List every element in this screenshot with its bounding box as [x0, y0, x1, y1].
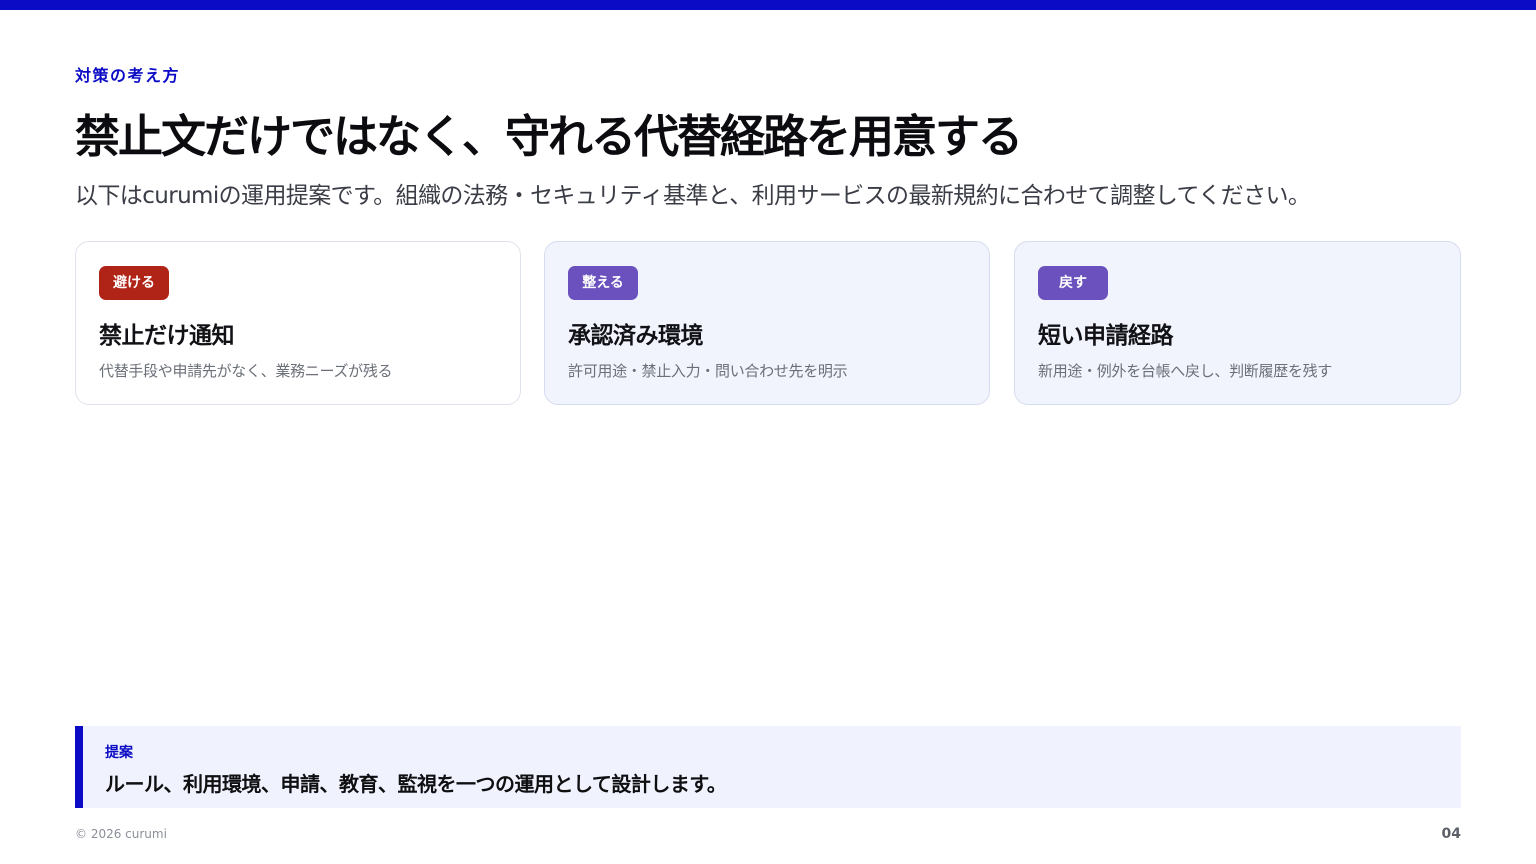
copyright: © 2026 curumi — [75, 827, 167, 841]
page-subtitle: 以下はcurumiの運用提案です。組織の法務・セキュリティ基準と、利用サービスの… — [75, 183, 1311, 209]
card-badge-arrange: 整える — [568, 266, 638, 300]
page-number: 04 — [1441, 826, 1461, 842]
proposal-text: ルール、利用環境、申請、教育、監視を一つの運用として設計します。 — [105, 772, 727, 796]
card-description: 代替手段や申請先がなく、業務ニーズが残る — [99, 362, 393, 380]
page-title: 禁止文だけではなく、守れる代替経路を用意する — [75, 110, 1023, 163]
card-title: 短い申請経路 — [1038, 323, 1174, 349]
top-accent-bar — [0, 0, 1536, 10]
card-title: 承認済み環境 — [568, 323, 704, 349]
card-badge-avoid: 避ける — [99, 266, 169, 300]
proposal-callout: 提案 ルール、利用環境、申請、教育、監視を一つの運用として設計します。 — [75, 726, 1461, 808]
card-return: 戻す 短い申請経路 新用途・例外を台帳へ戻し、判断履歴を残す — [1014, 241, 1461, 405]
card-badge-return: 戻す — [1038, 266, 1108, 300]
card-arrange: 整える 承認済み環境 許可用途・禁止入力・問い合わせ先を明示 — [544, 241, 990, 405]
card-description: 新用途・例外を台帳へ戻し、判断履歴を残す — [1038, 362, 1333, 380]
card-title: 禁止だけ通知 — [99, 323, 235, 349]
proposal-label: 提案 — [105, 745, 133, 761]
card-avoid: 避ける 禁止だけ通知 代替手段や申請先がなく、業務ニーズが残る — [75, 241, 521, 405]
section-eyebrow: 対策の考え方 — [75, 66, 181, 85]
card-description: 許可用途・禁止入力・問い合わせ先を明示 — [568, 362, 848, 380]
